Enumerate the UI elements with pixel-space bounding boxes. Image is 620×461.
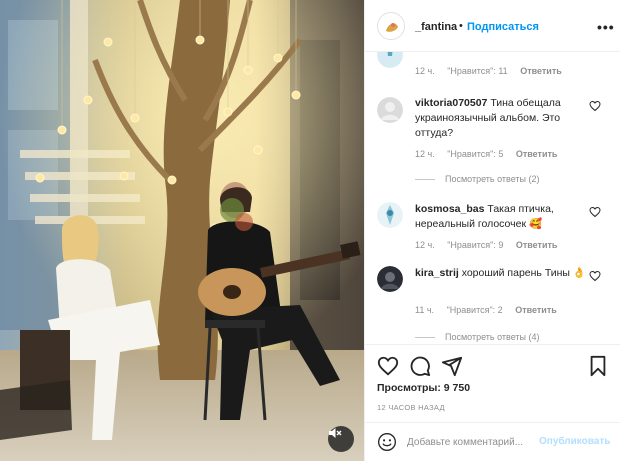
replies-divider-line xyxy=(415,336,435,338)
comment-time: 12 ч. xyxy=(415,149,435,159)
heart-icon[interactable] xyxy=(377,355,399,377)
avatar-image xyxy=(377,266,403,292)
comment-icon[interactable] xyxy=(409,355,431,377)
comment-body: kira_strij хороший парень Тины 👌 xyxy=(415,266,591,281)
comment-like-heart-icon[interactable] xyxy=(589,206,601,218)
comment-meta: 12 ч. "Нравится": 5 Ответить xyxy=(415,149,567,159)
comment-likes[interactable]: "Нравится": 5 xyxy=(447,149,503,159)
comment-body: viktoria070507 Тина обещала украиноязычн… xyxy=(415,96,591,141)
comment-body: kosmosa_bas Такая птичка, нереальный гол… xyxy=(415,202,591,232)
share-icon[interactable] xyxy=(441,355,463,377)
post-sidebar: _fantina • Подписаться ••• 12 ч. "Нравит… xyxy=(364,0,620,461)
comment-username[interactable]: kosmosa_bas xyxy=(415,203,484,215)
comment-reply-button[interactable]: Ответить xyxy=(520,66,562,76)
comment-username[interactable]: viktoria070507 xyxy=(415,97,487,109)
speaker-muted-icon xyxy=(329,428,342,438)
comment-time: 12 ч. xyxy=(415,240,435,250)
comment-like-heart-icon[interactable] xyxy=(589,270,601,282)
post-header: _fantina • Подписаться ••• xyxy=(365,0,620,52)
comment-username[interactable]: kira_strij xyxy=(415,267,459,279)
post-timestamp[interactable]: 12 ЧАСОВ НАЗАД xyxy=(377,403,445,412)
views-count[interactable]: Просмотры: 9 750 xyxy=(377,382,470,394)
comment-input[interactable] xyxy=(407,433,537,451)
comment-time: 11 ч. xyxy=(415,305,435,315)
comments-list: 12 ч. "Нравится": 11 Ответить viktoria07… xyxy=(365,52,620,344)
add-comment-bar: Опубликовать xyxy=(365,422,620,461)
comment-time: 12 ч. xyxy=(415,66,435,76)
comment-avatar[interactable] xyxy=(377,266,403,292)
comment-reply-button[interactable]: Ответить xyxy=(516,240,558,250)
more-options-button[interactable]: ••• xyxy=(597,19,615,35)
avatar-logo-icon xyxy=(379,14,404,39)
replies-divider-line xyxy=(415,178,435,180)
comment-meta: 12 ч. "Нравится": 9 Ответить xyxy=(415,240,567,250)
comment-text: хороший парень Тины 👌 xyxy=(461,267,586,279)
avatar-image xyxy=(377,202,403,228)
comment-meta: 12 ч. "Нравится": 11 Ответить xyxy=(415,66,572,76)
post-action-bar xyxy=(365,344,620,384)
mute-toggle-button[interactable] xyxy=(328,426,354,452)
comment-likes[interactable]: "Нравится": 2 xyxy=(447,305,503,315)
comment-avatar[interactable] xyxy=(377,202,403,228)
post-video[interactable] xyxy=(0,0,364,461)
comment-likes[interactable]: "Нравится": 11 xyxy=(447,66,507,76)
comment-meta: 11 ч. "Нравится": 2 Ответить xyxy=(415,305,567,315)
view-replies-label: Посмотреть ответы (2) xyxy=(445,174,540,184)
instagram-post-view: _fantina • Подписаться ••• 12 ч. "Нравит… xyxy=(0,0,620,461)
video-frame-image xyxy=(0,0,364,461)
avatar-image xyxy=(377,97,403,123)
follow-button[interactable]: Подписаться xyxy=(467,21,539,33)
comment-likes[interactable]: "Нравится": 9 xyxy=(447,240,503,250)
separator-dot: • xyxy=(459,20,463,32)
emoji-icon[interactable] xyxy=(377,432,397,452)
view-replies-label: Посмотреть ответы (4) xyxy=(445,332,540,342)
bookmark-icon[interactable] xyxy=(587,355,609,377)
view-replies-button[interactable]: Посмотреть ответы (4) xyxy=(415,332,540,342)
publish-button[interactable]: Опубликовать xyxy=(539,436,610,447)
comment-avatar[interactable] xyxy=(377,97,403,123)
comment-reply-button[interactable]: Ответить xyxy=(516,149,558,159)
view-replies-button[interactable]: Посмотреть ответы (2) xyxy=(415,174,540,184)
comment-reply-button[interactable]: Ответить xyxy=(515,305,557,315)
author-username[interactable]: _fantina xyxy=(415,21,457,33)
comment-avatar[interactable] xyxy=(377,52,403,68)
avatar-image xyxy=(377,52,403,68)
author-avatar[interactable] xyxy=(377,12,405,40)
comment-like-heart-icon[interactable] xyxy=(589,100,601,112)
